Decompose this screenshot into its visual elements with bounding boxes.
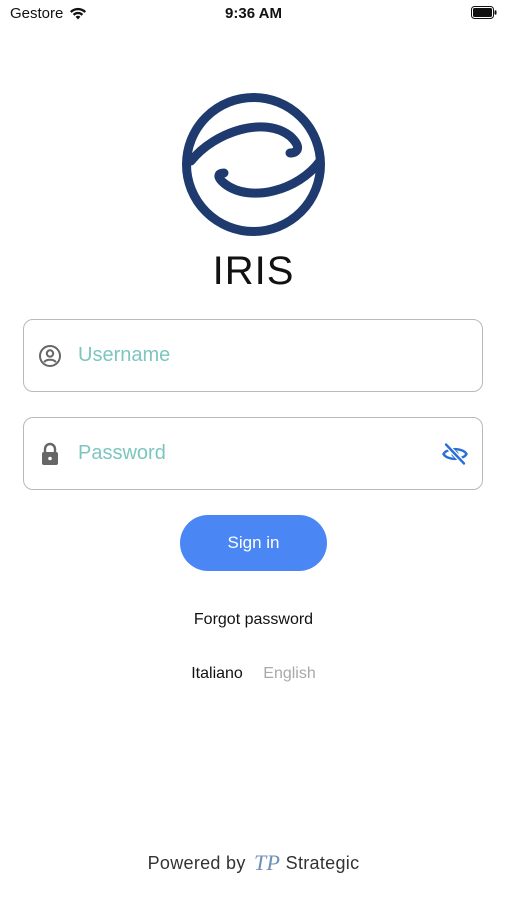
username-input[interactable] <box>78 344 408 367</box>
company-name: Strategic <box>285 852 360 873</box>
eye-off-icon[interactable] <box>442 442 468 466</box>
status-time: 9:36 AM <box>225 5 282 22</box>
app-title: IRIS <box>212 249 295 293</box>
username-field[interactable] <box>23 319 483 392</box>
company-logo-icon: TP <box>254 850 280 875</box>
powered-by-text: Powered by <box>147 852 246 873</box>
password-input[interactable] <box>78 442 408 465</box>
language-selector: Italiano English <box>0 665 507 683</box>
iris-eye-logo-icon <box>182 93 325 236</box>
password-field[interactable] <box>23 417 483 490</box>
svg-text:TP: TP <box>254 850 280 875</box>
lock-icon <box>38 442 62 466</box>
battery-icon <box>471 6 497 19</box>
forgot-password-link[interactable]: Forgot password <box>0 611 507 629</box>
language-english[interactable]: English <box>263 665 315 682</box>
language-italian[interactable]: Italiano <box>191 665 243 682</box>
footer: Powered by TP Strategic <box>0 850 507 876</box>
status-bar: Gestore 9:36 AM <box>0 0 507 28</box>
sign-in-button[interactable]: Sign in <box>180 515 327 571</box>
user-circle-icon <box>38 344 62 368</box>
login-screen: Gestore 9:36 AM IRIS Username Sign in Fo… <box>0 0 507 900</box>
